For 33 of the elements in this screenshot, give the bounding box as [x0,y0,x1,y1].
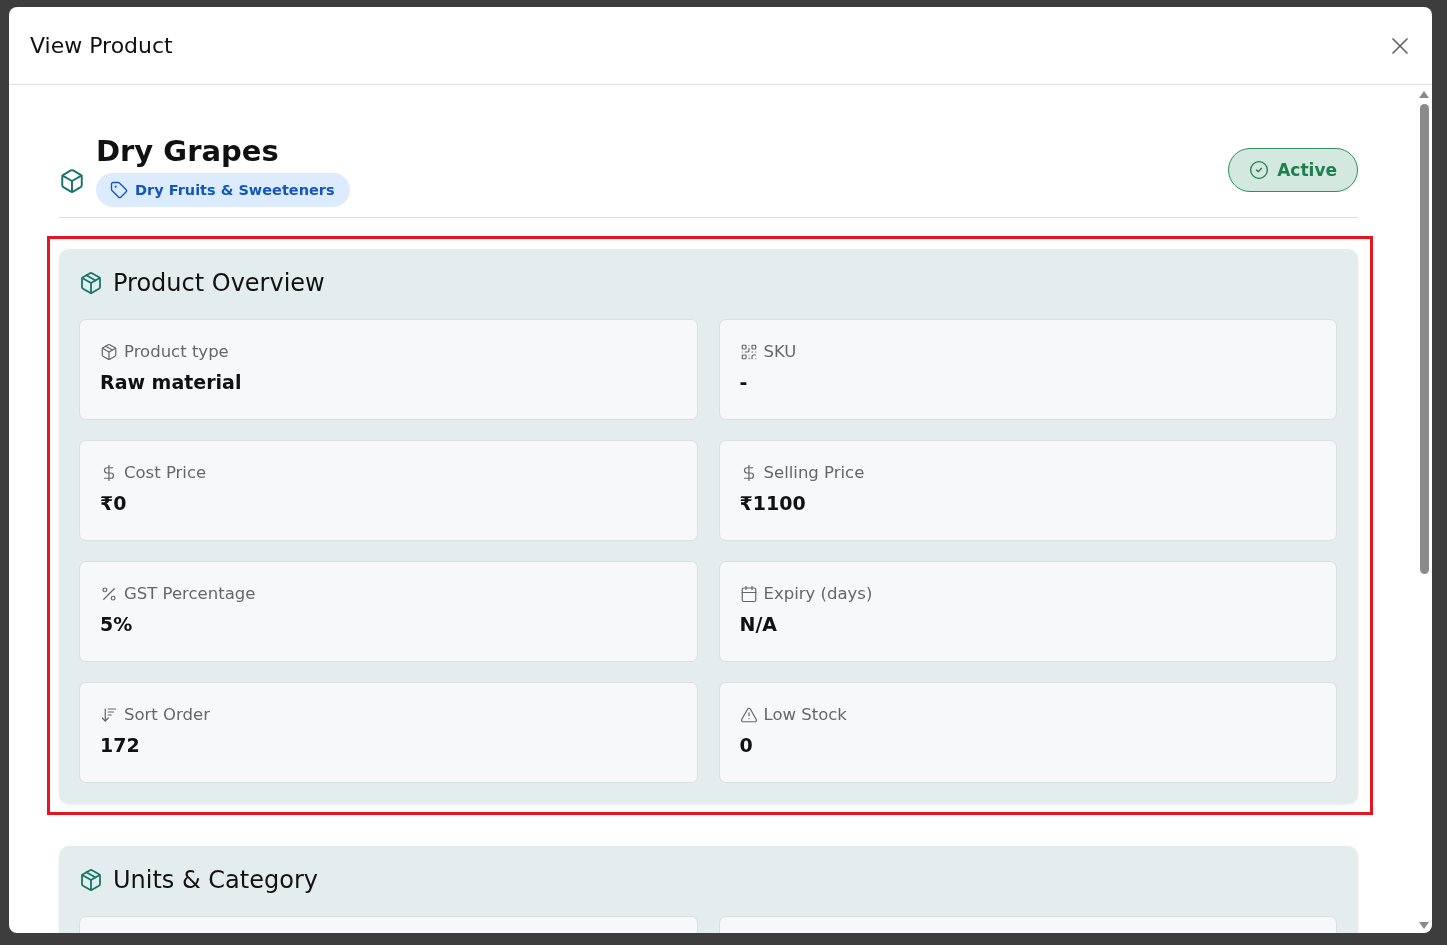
qr-code-icon [739,342,758,361]
field-value: - [739,371,749,393]
field-value: 0 [739,734,754,756]
check-circle-icon [1249,160,1270,180]
field-label: Low Stock [763,705,847,724]
field-label: Expiry (days) [763,584,873,603]
field-label: Cost Price [124,463,207,482]
field-value: 5% [100,613,134,635]
field-label: SKU [763,342,797,361]
field-label: Sort Order [124,705,210,724]
dialog-title: View Product [30,33,173,58]
field-label: Selling Price [763,463,865,482]
field-label: Product type [124,342,229,361]
product-name: Dry Grapes [96,133,280,169]
category-label: Dry Fruits & Sweeteners [135,182,335,198]
sort-icon [100,705,118,724]
field-value: ₹0 [100,492,128,514]
calendar-icon [739,584,758,603]
package-icon [79,271,103,295]
warning-icon [739,705,758,724]
box-icon [59,168,85,194]
field-value: N/A [739,613,779,635]
field-value: 172 [100,734,141,756]
tag-icon [110,181,128,199]
section-title: Units & Category [113,866,318,894]
field-label: GST Percentage [124,584,256,603]
field-value: Raw material [100,371,243,393]
status-label: Active [1277,160,1337,180]
section-title: Product Overview [113,269,325,297]
field-value: ₹1100 [739,492,807,514]
percent-icon [100,584,118,603]
package-icon [100,342,118,361]
package-icon [79,868,103,892]
